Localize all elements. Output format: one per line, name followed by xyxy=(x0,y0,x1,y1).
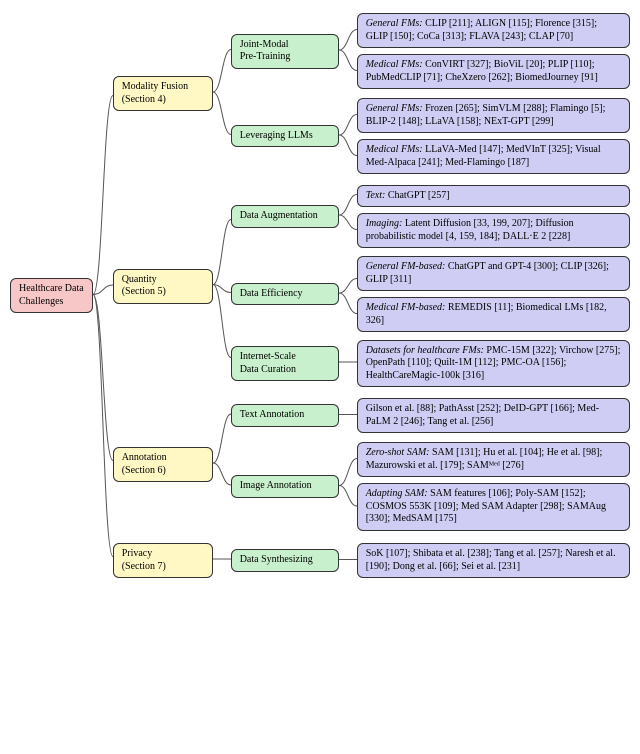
leaf-text: SoK [107]; Shibata et al. [238]; Tang et… xyxy=(366,548,616,572)
leaf-node: Text: ChatGPT [257] xyxy=(357,185,630,208)
group-node: Data Augmentation xyxy=(231,205,339,228)
group-row: Data Synthesizing SoK [107]; Shibata et a… xyxy=(231,542,630,580)
section-row: Privacy(Section 7) Data Synthesizing SoK [… xyxy=(113,540,630,581)
leaf-prefix: Datasets for healthcare FMs: xyxy=(366,345,484,356)
leaf-prefix: Imaging: xyxy=(366,218,403,229)
connector xyxy=(213,395,231,531)
connector xyxy=(339,542,357,577)
groups-column: Joint-ModalPre-Training General FMs: CLIP… xyxy=(231,12,630,176)
section-node: Quantity(Section 5) xyxy=(113,269,213,304)
tree-root: Healthcare DataChallenges Modality Fusion… xyxy=(10,10,630,581)
group-row: Data Efficiency General FM-based: ChatGPT… xyxy=(231,256,630,332)
leaf-prefix: Medical FM-based: xyxy=(366,302,446,313)
leaf-text: Gilson et al. [88]; PathAsst [252]; DeID… xyxy=(366,403,599,427)
connector xyxy=(339,338,357,386)
leaf-prefix: Medical FMs: xyxy=(366,144,423,155)
group-row: Image Annotation Zero-shot SAM: SAM [131]… xyxy=(231,441,630,533)
sections-column: Modality Fusion(Section 4) Joint-ModalPre… xyxy=(113,10,630,581)
group-node: Joint-ModalPre-Training xyxy=(231,34,339,69)
connector xyxy=(213,10,231,174)
connector xyxy=(339,261,357,325)
leaves-column: Gilson et al. [88]; PathAsst [252]; DeID… xyxy=(357,398,630,433)
leaf-node: Medical FMs: LLaVA-Med [147]; MedVInT [3… xyxy=(357,139,630,174)
leaf-node: Zero-shot SAM: SAM [131]; Hu et al. [104… xyxy=(357,442,630,477)
group-node: Data Efficiency xyxy=(231,283,339,306)
connector xyxy=(339,441,357,530)
leaf-prefix: Zero-shot SAM: xyxy=(366,447,430,458)
section-row: Annotation(Section 6) Text Annotation Gils… xyxy=(113,395,630,534)
leaf-node: Medical FMs: ConVIRT [327]; BioViL [20];… xyxy=(357,54,630,89)
section-row: Quantity(Section 5) Data Augmentation Text… xyxy=(113,183,630,389)
leaves-column: General FM-based: ChatGPT and GPT-4 [300… xyxy=(357,256,630,332)
group-node: Data Synthesizing xyxy=(231,549,339,572)
leaves-column: SoK [107]; Shibata et al. [238]; Tang et… xyxy=(357,543,630,578)
leaf-text: ChatGPT [257] xyxy=(385,190,449,201)
leaves-column: General FMs: CLIP [211]; ALIGN [115]; Fl… xyxy=(357,13,630,89)
leaf-node: Adapting SAM: SAM features [106]; Poly-S… xyxy=(357,483,630,531)
leaves-column: Zero-shot SAM: SAM [131]; Hu et al. [104… xyxy=(357,442,630,531)
leaf-node: SoK [107]; Shibata et al. [238]; Tang et… xyxy=(357,543,630,578)
leaf-node: Imaging: Latent Diffusion [33, 199, 207]… xyxy=(357,213,630,248)
section-node: Privacy(Section 7) xyxy=(113,543,213,578)
leaf-prefix: General FMs: xyxy=(366,18,423,29)
group-row: Leveraging LLMs General FMs: Frozen [265]… xyxy=(231,97,630,176)
leaves-column: Text: ChatGPT [257] Imaging: Latent Diffu… xyxy=(357,185,630,249)
group-row: Internet-ScaleData Curation Datasets for … xyxy=(231,338,630,389)
section-row: Modality Fusion(Section 4) Joint-ModalPre… xyxy=(113,10,630,177)
group-row: Data Augmentation Text: ChatGPT [257] Imag… xyxy=(231,183,630,250)
leaf-node: Datasets for healthcare FMs: PMC-15M [32… xyxy=(357,340,630,388)
leaf-prefix: Adapting SAM: xyxy=(366,488,428,499)
section-node: Annotation(Section 6) xyxy=(113,447,213,482)
group-row: Text Annotation Gilson et al. [88]; PathA… xyxy=(231,397,630,435)
leaves-column: Datasets for healthcare FMs: PMC-15M [32… xyxy=(357,340,630,388)
connector xyxy=(93,12,113,577)
groups-column: Text Annotation Gilson et al. [88]; PathA… xyxy=(231,397,630,533)
groups-column: Data Synthesizing SoK [107]; Shibata et a… xyxy=(231,542,630,580)
connector xyxy=(339,12,357,88)
leaf-node: Medical FM-based: REMEDIS [11]; Biomedic… xyxy=(357,297,630,332)
root-node: Healthcare DataChallenges xyxy=(10,278,93,313)
leaf-node: Gilson et al. [88]; PathAsst [252]; DeID… xyxy=(357,398,630,433)
connector xyxy=(339,397,357,432)
connector xyxy=(339,97,357,173)
group-node: Leveraging LLMs xyxy=(231,125,339,148)
groups-column: Data Augmentation Text: ChatGPT [257] Imag… xyxy=(231,183,630,389)
leaf-prefix: General FM-based: xyxy=(366,261,446,272)
leaf-node: General FM-based: ChatGPT and GPT-4 [300… xyxy=(357,256,630,291)
group-node: Image Annotation xyxy=(231,475,339,498)
connector xyxy=(213,186,231,383)
group-node: Internet-ScaleData Curation xyxy=(231,346,339,381)
leaves-column: General FMs: Frozen [265]; SimVLM [288];… xyxy=(357,98,630,174)
section-node: Modality Fusion(Section 4) xyxy=(113,76,213,111)
connector xyxy=(213,540,231,578)
leaf-prefix: General FMs: xyxy=(366,103,423,114)
leaf-prefix: Text: xyxy=(366,190,386,201)
group-node: Text Annotation xyxy=(231,404,339,427)
group-row: Joint-ModalPre-Training General FMs: CLIP… xyxy=(231,12,630,91)
leaf-node: General FMs: Frozen [265]; SimVLM [288];… xyxy=(357,98,630,133)
leaf-node: General FMs: CLIP [211]; ALIGN [115]; Fl… xyxy=(357,13,630,48)
connector xyxy=(339,183,357,247)
leaf-prefix: Medical FMs: xyxy=(366,59,423,70)
